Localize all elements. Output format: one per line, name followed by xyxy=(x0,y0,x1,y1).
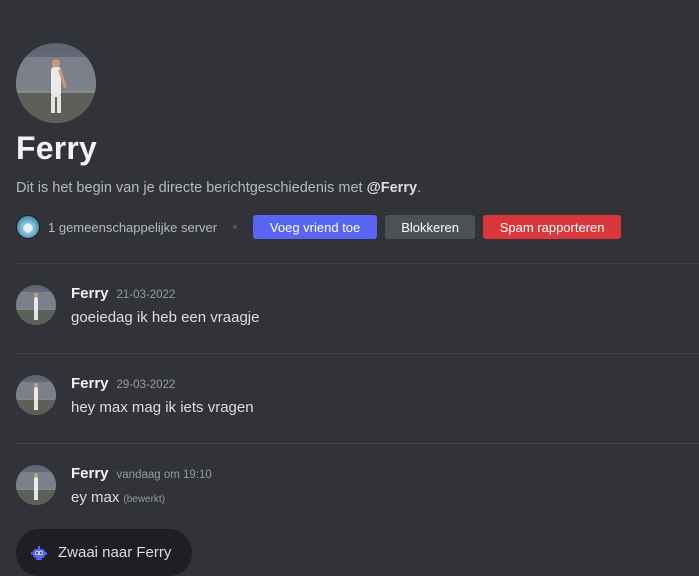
edited-label: (bewerkt) xyxy=(123,494,166,505)
message-avatar[interactable] xyxy=(16,465,56,505)
profile-avatar[interactable] xyxy=(16,43,96,123)
add-friend-button[interactable]: Voeg vriend toe xyxy=(253,215,378,239)
message-timestamp: 29-03-2022 xyxy=(116,379,176,391)
intro-description: Dit is het begin van je directe berichtg… xyxy=(16,180,422,196)
message-author[interactable]: Ferry xyxy=(71,465,109,482)
profile-name: Ferry xyxy=(16,130,98,166)
message-avatar[interactable] xyxy=(16,285,56,325)
user-mention[interactable]: @Ferry xyxy=(367,180,417,196)
message-content: hey max mag ik iets vragen xyxy=(71,399,254,416)
message-content: goeiedag ik heb een vraagje xyxy=(71,309,260,326)
message: Ferry vandaag om 19:10 ey max (bewerkt) xyxy=(16,465,686,515)
block-button[interactable]: Blokkeren xyxy=(385,215,476,239)
message: Ferry 29-03-2022 hey max mag ik iets vra… xyxy=(16,375,686,425)
message-content: ey max (bewerkt) xyxy=(71,489,166,506)
report-spam-button[interactable]: Spam rapporteren xyxy=(483,215,622,239)
date-divider xyxy=(16,353,699,354)
dm-channel: Ferry Dit is het begin van je directe be… xyxy=(0,0,699,576)
date-divider xyxy=(16,443,699,444)
message-avatar[interactable] xyxy=(16,375,56,415)
wave-button-label: Zwaai naar Ferry xyxy=(58,544,172,561)
message-timestamp: 21-03-2022 xyxy=(116,289,176,301)
message-timestamp: vandaag om 19:10 xyxy=(116,469,212,481)
mutual-servers-link[interactable]: 1 gemeenschappelijke server xyxy=(48,220,217,235)
divider xyxy=(16,263,699,264)
message-author[interactable]: Ferry xyxy=(71,285,109,302)
wave-bot-icon xyxy=(30,544,48,562)
message: Ferry 21-03-2022 goeiedag ik heb een vra… xyxy=(16,285,686,335)
wave-button[interactable]: Zwaai naar Ferry xyxy=(16,529,192,576)
message-author[interactable]: Ferry xyxy=(71,375,109,392)
profile-actions: 1 gemeenschappelijke server Voeg vriend … xyxy=(16,214,629,240)
separator-dot xyxy=(233,225,238,229)
dm-intro xyxy=(16,43,96,123)
server-icon[interactable] xyxy=(16,215,40,239)
